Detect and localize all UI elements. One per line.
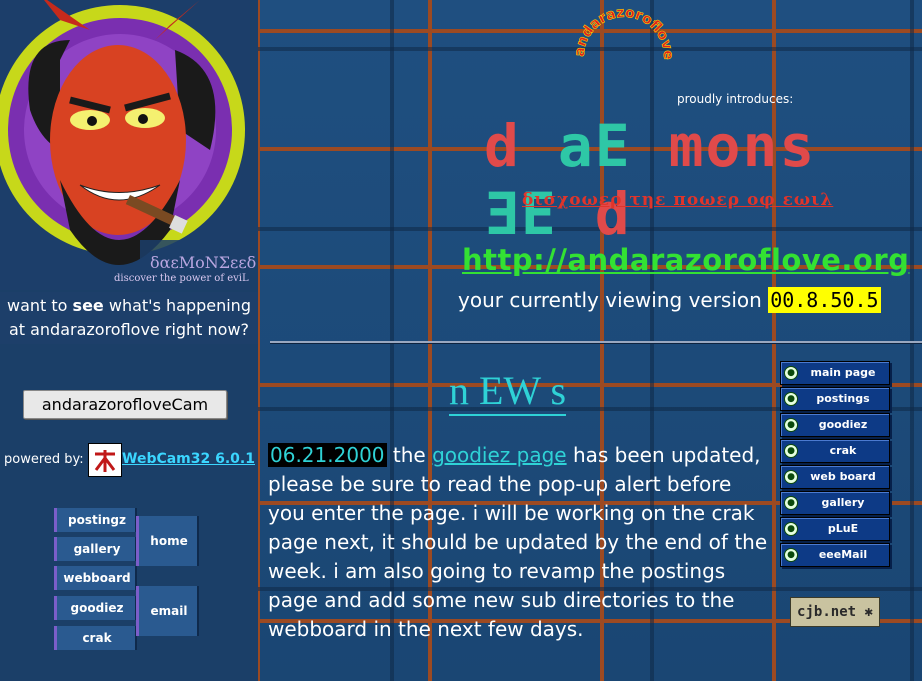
nav-gallery[interactable]: gallery	[54, 537, 137, 561]
devil-logo: δαεMoNΣεεδ discover the power of eviL	[0, 0, 256, 290]
asterisk-icon: ✱	[864, 604, 873, 620]
rnav-label: eeeMail	[818, 548, 868, 561]
webcam-prompt: want to see what's happening at andarazo…	[0, 292, 258, 344]
nav-postingz[interactable]: postingz	[54, 508, 137, 532]
circular-site-name: andarazoroflove	[572, 5, 677, 61]
devil-illustration	[0, 0, 250, 290]
logo-tagline: discover the power of eviL	[114, 273, 249, 284]
title-part-2: aE	[557, 112, 632, 180]
news-paragraph: 06.21.2000 the goodiez page has been upd…	[268, 441, 768, 644]
rnav-postings[interactable]: ● postings	[780, 387, 890, 411]
rnav-eeemail[interactable]: ● eeeMail	[780, 543, 890, 567]
bullet-icon: ●	[784, 418, 798, 432]
cjb-net-badge[interactable]: cjb.net ✱	[790, 597, 880, 627]
nav-webboard[interactable]: webboard	[54, 566, 137, 590]
rnav-goodiez[interactable]: ● goodiez	[780, 413, 890, 437]
bullet-icon: ●	[784, 444, 798, 458]
goodiez-page-link[interactable]: goodiez page	[432, 443, 567, 467]
bullet-icon: ●	[784, 470, 798, 484]
svg-text:andarazoroflove: andarazoroflove	[572, 5, 676, 60]
version-number: 00.8.50.5	[768, 287, 881, 313]
rnav-plue[interactable]: ● pLuE	[780, 517, 890, 541]
rnav-label: main page	[810, 366, 876, 379]
site-url-link[interactable]: http://andarazoroflove.org	[462, 243, 909, 277]
powered-by-label: powered by:	[4, 452, 84, 467]
nav-home[interactable]: home	[136, 516, 199, 566]
prompt-text-1: want to	[7, 296, 73, 315]
nav-crak[interactable]: crak	[54, 626, 137, 650]
webcam32-logo-icon[interactable]	[88, 443, 122, 477]
nav-goodiez[interactable]: goodiez	[54, 596, 137, 620]
logo-name: δαεMoNΣεεδ	[150, 253, 257, 272]
rnav-label: crak	[829, 444, 857, 457]
bullet-icon: ●	[784, 392, 798, 406]
bullet-icon: ●	[784, 522, 798, 536]
version-prefix: your currently viewing version	[458, 288, 762, 312]
news-heading: n EW s	[449, 368, 567, 416]
proudly-introduces: proudly introduces:	[677, 92, 794, 106]
greek-tagline[interactable]: δισχοωερ τηε ποωερ οφ εωιλ	[522, 190, 833, 210]
rnav-main-page[interactable]: ● main page	[780, 361, 890, 385]
rnav-crak[interactable]: ● crak	[780, 439, 890, 463]
version-line: your currently viewing version 00.8.50.5	[458, 287, 881, 313]
rnav-label: web board	[810, 470, 876, 483]
rnav-label: gallery	[821, 496, 865, 509]
title-part-1: d	[484, 112, 558, 180]
site-title: d aE mons ƎE d	[484, 112, 922, 248]
news-date: 06.21.2000	[268, 443, 387, 467]
rnav-web-board[interactable]: ● web board	[780, 465, 890, 489]
bullet-icon: ●	[784, 548, 798, 562]
cjb-label: cjb.net	[797, 604, 857, 620]
divider	[270, 341, 922, 344]
webcam-button[interactable]: andarazorofloveCam	[23, 390, 227, 419]
news-text-1: the	[386, 443, 433, 467]
title-part-3: mons	[631, 112, 817, 180]
prompt-text-bold: see	[72, 296, 104, 315]
nav-email[interactable]: email	[136, 586, 199, 636]
left-column: δαεMoNΣεεδ discover the power of eviL wa…	[0, 0, 258, 681]
rnav-label: postings	[816, 392, 870, 405]
rnav-gallery[interactable]: ● gallery	[780, 491, 890, 515]
bullet-icon: ●	[784, 366, 798, 380]
rnav-label: goodiez	[818, 418, 868, 431]
webcam32-link[interactable]: WebCam32 6.0.1	[122, 451, 255, 467]
rnav-label: pLuE	[827, 522, 859, 535]
news-text-2: has been updated, please be sure to read…	[268, 443, 768, 641]
bullet-icon: ●	[784, 496, 798, 510]
